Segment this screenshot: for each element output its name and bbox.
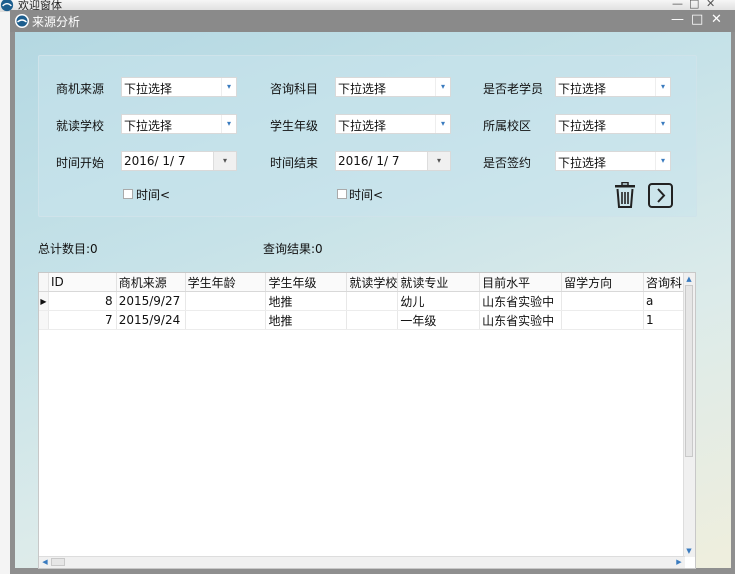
school-select[interactable]: 下拉选择 ▾ — [121, 114, 237, 134]
time-end-datepicker[interactable]: 2016/ 1/ 7 ▾ — [335, 151, 451, 171]
old-student-select[interactable]: 下拉选择 ▾ — [555, 77, 671, 97]
results-grid[interactable]: ID 商机来源 学生年龄 学生年级 就读学校 就读专业 目前水平 留学方向 咨询… — [38, 272, 696, 569]
column-header[interactable]: 商机来源 — [116, 273, 186, 292]
table-cell[interactable] — [185, 310, 267, 330]
source-analysis-window: 来源分析 — □ ✕ 商机来源 下拉选择 ▾ 咨询科目 下拉选择 ▾ 是否老学员… — [10, 10, 735, 574]
table-cell[interactable]: 一年级 — [397, 310, 481, 330]
calendar-dropdown-icon: ▾ — [213, 152, 236, 170]
vertical-scroll-thumb[interactable] — [685, 285, 693, 457]
table-cell[interactable] — [561, 291, 644, 311]
table-cell[interactable]: 地推 — [265, 291, 348, 311]
minimize-button[interactable]: — — [672, 0, 683, 10]
window-titlebar: 来源分析 — □ ✕ — [10, 10, 735, 32]
table-cell[interactable]: 2015/9/27 — [116, 291, 186, 311]
row-selector[interactable] — [39, 310, 50, 330]
campus-select[interactable]: 下拉选择 ▾ — [555, 114, 671, 134]
table-cell[interactable]: 山东省实验中 — [479, 310, 563, 330]
column-header[interactable]: 留学方向 — [561, 273, 644, 292]
trash-icon[interactable] — [614, 182, 636, 208]
signed-select[interactable]: 下拉选择 ▾ — [555, 151, 671, 171]
subject-label: 咨询科目 — [270, 82, 319, 96]
school-select-value: 下拉选择 — [124, 119, 173, 133]
campus-select-value: 下拉选择 — [558, 119, 607, 133]
dropdown-arrow-icon: ▾ — [435, 78, 450, 96]
column-header[interactable]: 就读学校 — [346, 273, 399, 292]
source-label: 商机来源 — [56, 82, 105, 96]
table-cell[interactable]: 山东省实验中 — [479, 291, 563, 311]
horizontal-scrollbar[interactable]: ◀ ▶ — [39, 556, 685, 568]
close-button[interactable]: ✕ — [706, 0, 715, 10]
vertical-scrollbar[interactable]: ▲ ▼ — [683, 273, 695, 557]
signed-label: 是否签约 — [483, 156, 532, 170]
table-row[interactable]: ▶ 8 2015/9/27 地推 幼儿 山东省实验中 a — [39, 291, 695, 311]
grade-select-value: 下拉选择 — [338, 119, 387, 133]
time-end-value: 2016/ 1/ 7 — [338, 154, 400, 168]
old-student-select-value: 下拉选择 — [558, 82, 607, 96]
source-select-value: 下拉选择 — [124, 82, 173, 96]
subject-select-value: 下拉选择 — [338, 82, 387, 96]
table-cell[interactable]: 地推 — [265, 310, 348, 330]
table-cell[interactable]: 7 — [48, 310, 117, 330]
table-header-row: ID 商机来源 学生年龄 学生年级 就读学校 就读专业 目前水平 留学方向 咨询… — [39, 273, 695, 292]
column-header[interactable]: ID — [48, 273, 117, 292]
table-cell[interactable]: 幼儿 — [397, 291, 481, 311]
dropdown-arrow-icon: ▾ — [655, 78, 670, 96]
signed-select-value: 下拉选择 — [558, 156, 607, 170]
maximize-button[interactable]: □ — [689, 0, 699, 10]
total-count: 总计数目:0 — [38, 242, 98, 256]
chevron-right-icon[interactable] — [648, 183, 673, 208]
filter-panel: 商机来源 下拉选择 ▾ 咨询科目 下拉选择 ▾ 是否老学员 下拉选择 ▾ 就读学… — [38, 55, 697, 217]
dropdown-arrow-icon: ▾ — [655, 152, 670, 170]
time-start-datepicker[interactable]: 2016/ 1/ 7 ▾ — [121, 151, 237, 171]
table-cell[interactable] — [346, 291, 399, 311]
time-end-checkbox-label: 时间< — [349, 188, 384, 202]
dropdown-arrow-icon: ▾ — [655, 115, 670, 133]
table-cell[interactable]: 8 — [48, 291, 117, 311]
query-result-count: 查询结果:0 — [263, 242, 323, 256]
time-start-value: 2016/ 1/ 7 — [124, 154, 186, 168]
scroll-down-arrow-icon[interactable]: ▼ — [684, 546, 694, 556]
row-selector-arrow-icon[interactable]: ▶ — [39, 291, 50, 311]
time-end-checkbox[interactable] — [337, 189, 347, 199]
column-header[interactable]: 学生年级 — [265, 273, 348, 292]
scroll-right-arrow-icon[interactable]: ▶ — [674, 557, 684, 567]
table-cell[interactable] — [561, 310, 644, 330]
minimize-button[interactable]: — — [671, 12, 684, 27]
time-end-label: 时间结束 — [270, 156, 319, 170]
subject-select[interactable]: 下拉选择 ▾ — [335, 77, 451, 97]
maximize-button[interactable]: □ — [691, 12, 703, 27]
scroll-up-arrow-icon[interactable]: ▲ — [684, 274, 694, 284]
close-button[interactable]: ✕ — [711, 12, 722, 27]
table-cell[interactable] — [185, 291, 267, 311]
table-cell[interactable]: 2015/9/24 — [116, 310, 186, 330]
calendar-dropdown-icon: ▾ — [427, 152, 450, 170]
school-label: 就读学校 — [56, 119, 105, 133]
scroll-left-arrow-icon[interactable]: ◀ — [40, 557, 50, 567]
dropdown-arrow-icon: ▾ — [221, 115, 236, 133]
column-header[interactable]: 就读专业 — [397, 273, 481, 292]
table-cell[interactable] — [346, 310, 399, 330]
source-select[interactable]: 下拉选择 ▾ — [121, 77, 237, 97]
app-logo-icon — [15, 14, 29, 28]
grade-label: 学生年级 — [270, 119, 319, 133]
dropdown-arrow-icon: ▾ — [435, 115, 450, 133]
table-row[interactable]: 7 2015/9/24 地推 一年级 山东省实验中 1 — [39, 310, 695, 330]
window-title: 来源分析 — [32, 15, 81, 29]
time-start-checkbox[interactable] — [123, 189, 133, 199]
time-start-label: 时间开始 — [56, 156, 105, 170]
column-header[interactable]: 学生年龄 — [185, 273, 267, 292]
grade-select[interactable]: 下拉选择 ▾ — [335, 114, 451, 134]
column-header[interactable]: 目前水平 — [479, 273, 563, 292]
time-start-checkbox-label: 时间< — [136, 188, 171, 202]
results-table: ID 商机来源 学生年龄 学生年级 就读学校 就读专业 目前水平 留学方向 咨询… — [39, 273, 695, 330]
window-client-area: 商机来源 下拉选择 ▾ 咨询科目 下拉选择 ▾ 是否老学员 下拉选择 ▾ 就读学… — [15, 32, 731, 569]
dropdown-arrow-icon: ▾ — [221, 78, 236, 96]
row-header-corner — [39, 273, 50, 292]
old-student-label: 是否老学员 — [483, 82, 544, 96]
horizontal-scroll-thumb[interactable] — [51, 558, 65, 566]
campus-label: 所属校区 — [483, 119, 532, 133]
